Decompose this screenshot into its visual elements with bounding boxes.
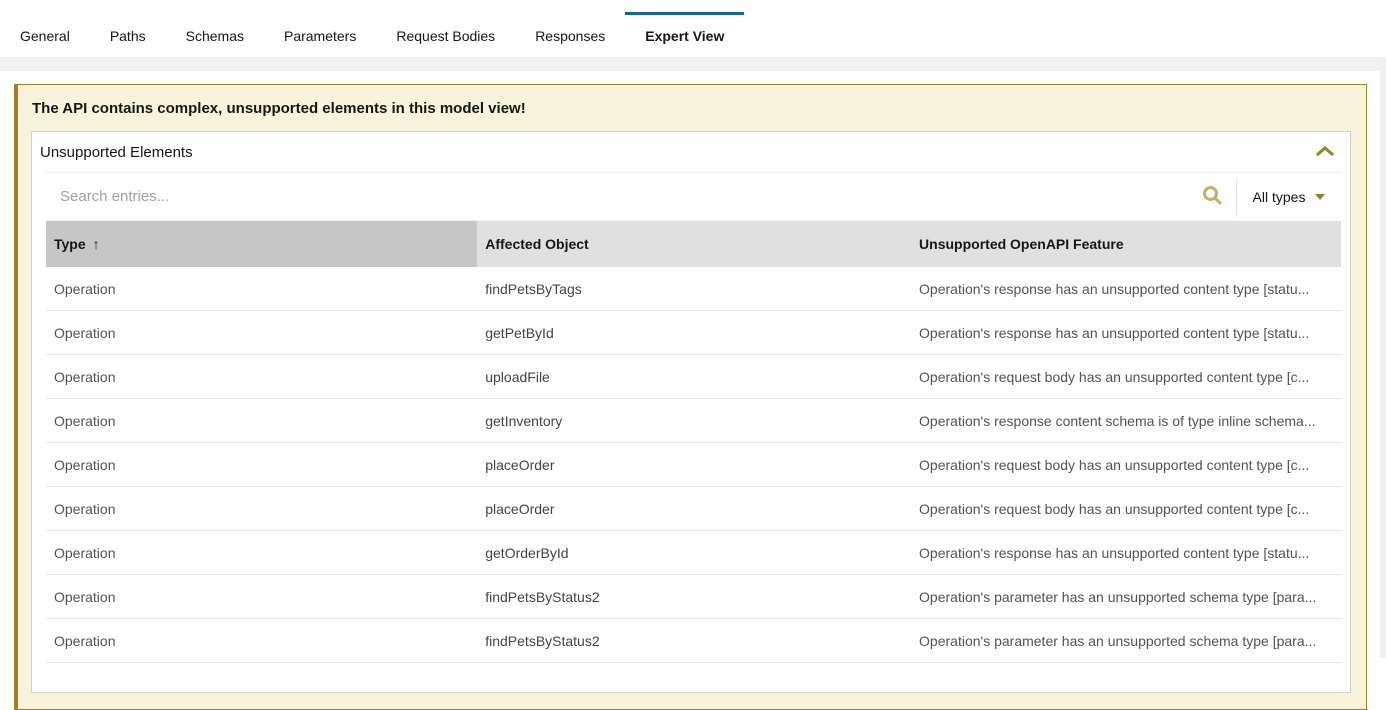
tab-expert-view[interactable]: Expert View bbox=[625, 12, 744, 57]
cell-unsupported-feature: Operation's request body has an unsuppor… bbox=[911, 487, 1341, 531]
cell-type: Operation bbox=[46, 619, 477, 663]
tab-label: Expert View bbox=[645, 28, 724, 44]
column-label: Unsupported OpenAPI Feature bbox=[919, 236, 1124, 252]
cell-affected-object: findPetsByTags bbox=[477, 267, 911, 311]
cell-type: Operation bbox=[46, 443, 477, 487]
tab-parameters[interactable]: Parameters bbox=[264, 12, 376, 57]
type-filter-label: All types bbox=[1253, 189, 1306, 205]
unsupported-elements-panel: Unsupported Elements bbox=[31, 131, 1351, 693]
cell-affected-object: findPetsByStatus2 bbox=[477, 619, 911, 663]
cell-affected-object: uploadFile bbox=[477, 355, 911, 399]
cell-unsupported-feature: Operation's parameter has an unsupported… bbox=[911, 619, 1341, 663]
cell-unsupported-feature: Operation's parameter has an unsupported… bbox=[911, 575, 1341, 619]
panel-title: Unsupported Elements bbox=[40, 144, 193, 161]
cell-unsupported-feature: Operation's response has an unsupported … bbox=[911, 311, 1341, 355]
cell-affected-object: findPetsByStatus2 bbox=[477, 575, 911, 619]
tab-responses[interactable]: Responses bbox=[515, 12, 625, 57]
column-header-unsupported-feature[interactable]: Unsupported OpenAPI Feature bbox=[911, 221, 1341, 267]
tab-label: Paths bbox=[110, 28, 146, 44]
cell-type: Operation bbox=[46, 355, 477, 399]
cell-affected-object: getOrderById bbox=[477, 531, 911, 575]
search-button[interactable] bbox=[1188, 184, 1236, 209]
cell-affected-object: placeOrder bbox=[477, 443, 911, 487]
warning-banner: The API contains complex, unsupported el… bbox=[14, 84, 1367, 710]
cell-unsupported-feature: Operation's response has an unsupported … bbox=[911, 267, 1341, 311]
tab-label: Responses bbox=[535, 28, 605, 44]
collapse-button[interactable] bbox=[1314, 143, 1336, 162]
cell-type: Operation bbox=[46, 311, 477, 355]
table-row[interactable]: Operation getInventory Operation's respo… bbox=[46, 399, 1341, 443]
table-row[interactable]: Operation findPetsByTags Operation's res… bbox=[46, 267, 1341, 311]
cell-type: Operation bbox=[46, 267, 477, 311]
tab-schemas[interactable]: Schemas bbox=[166, 12, 264, 57]
search-row: All types bbox=[46, 172, 1341, 221]
type-filter-dropdown[interactable]: All types bbox=[1237, 173, 1341, 221]
scrollbar-track[interactable] bbox=[1380, 57, 1386, 658]
sort-ascending-icon: ↑ bbox=[93, 236, 100, 252]
cell-unsupported-feature: Operation's request body has an unsuppor… bbox=[911, 443, 1341, 487]
cell-unsupported-feature: Operation's response has an unsupported … bbox=[911, 531, 1341, 575]
table-row[interactable]: Operation findPetsByStatus2 Operation's … bbox=[46, 575, 1341, 619]
cell-type: Operation bbox=[46, 531, 477, 575]
cell-type: Operation bbox=[46, 575, 477, 619]
caret-down-icon bbox=[1315, 194, 1325, 200]
panel-header: Unsupported Elements bbox=[32, 132, 1350, 172]
column-header-affected-object[interactable]: Affected Object bbox=[477, 221, 911, 267]
tab-request-bodies[interactable]: Request Bodies bbox=[376, 12, 515, 57]
column-header-type[interactable]: Type ↑ bbox=[46, 221, 477, 267]
column-label: Type bbox=[54, 236, 86, 252]
toolbar-strip bbox=[0, 57, 1386, 71]
table-row[interactable]: Operation uploadFile Operation's request… bbox=[46, 355, 1341, 399]
tab-paths[interactable]: Paths bbox=[90, 12, 166, 57]
warning-message: The API contains complex, unsupported el… bbox=[32, 100, 1351, 117]
table-body: Operation findPetsByTags Operation's res… bbox=[46, 267, 1341, 663]
tab-label: General bbox=[20, 28, 70, 44]
search-input[interactable] bbox=[46, 173, 1188, 220]
search-icon bbox=[1201, 184, 1223, 209]
tab-label: Request Bodies bbox=[396, 28, 495, 44]
table-row[interactable]: Operation placeOrder Operation's request… bbox=[46, 487, 1341, 531]
unsupported-elements-table: Type ↑ Affected Object Unsupported OpenAP… bbox=[46, 221, 1341, 663]
cell-type: Operation bbox=[46, 399, 477, 443]
chevron-up-icon bbox=[1316, 145, 1334, 160]
cell-unsupported-feature: Operation's request body has an unsuppor… bbox=[911, 355, 1341, 399]
table-row[interactable]: Operation findPetsByStatus2 Operation's … bbox=[46, 619, 1341, 663]
search-box bbox=[46, 173, 1236, 221]
cell-affected-object: getInventory bbox=[477, 399, 911, 443]
tab-label: Schemas bbox=[186, 28, 244, 44]
cell-type: Operation bbox=[46, 487, 477, 531]
cell-affected-object: placeOrder bbox=[477, 487, 911, 531]
cell-affected-object: getPetById bbox=[477, 311, 911, 355]
tab-bar: General Paths Schemas Parameters Request… bbox=[0, 0, 1386, 57]
tab-label: Parameters bbox=[284, 28, 356, 44]
table-row[interactable]: Operation getOrderById Operation's respo… bbox=[46, 531, 1341, 575]
table-row[interactable]: Operation placeOrder Operation's request… bbox=[46, 443, 1341, 487]
tab-general[interactable]: General bbox=[0, 12, 90, 57]
table-row[interactable]: Operation getPetById Operation's respons… bbox=[46, 311, 1341, 355]
cell-unsupported-feature: Operation's response content schema is o… bbox=[911, 399, 1341, 443]
column-label: Affected Object bbox=[485, 236, 588, 252]
